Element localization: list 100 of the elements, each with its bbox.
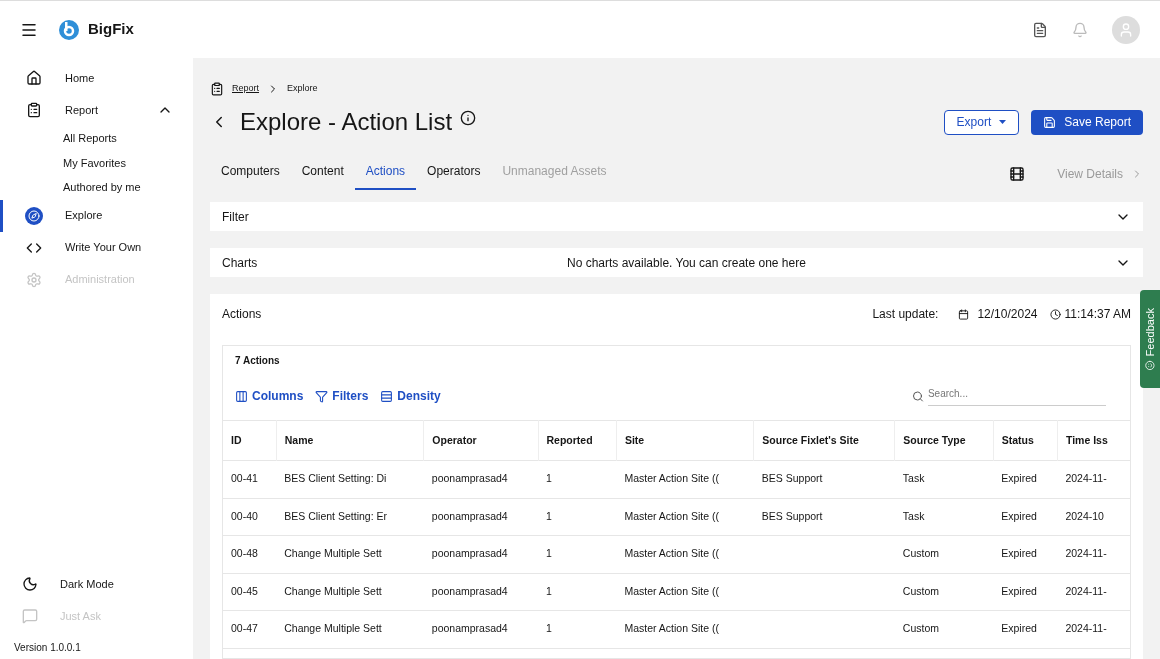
toolbar-icon — [235, 389, 248, 403]
column-header[interactable]: Site — [616, 420, 754, 461]
table-cell: 00-41 — [223, 460, 277, 498]
table-cell: 1 — [538, 535, 617, 573]
gear-icon — [26, 271, 42, 288]
charts-label: Charts — [222, 254, 259, 272]
caret-down-icon — [999, 120, 1007, 124]
table-cell: Master Action Site (( — [616, 460, 754, 498]
search-icon — [912, 389, 924, 403]
table-cell: BES Support — [753, 460, 895, 498]
table-cell: 1 — [538, 498, 617, 536]
calendar-icon — [958, 308, 970, 320]
table-cell: Custom — [894, 573, 994, 611]
table-cell: BES Client Setting: Er — [276, 498, 424, 536]
table-cell: Custom — [894, 610, 994, 648]
compass-icon — [25, 206, 43, 225]
filter-label: Filter — [222, 208, 249, 226]
table-cell: Master Action Site (( — [616, 498, 754, 536]
column-header[interactable]: Reported — [538, 420, 617, 461]
sidebar-subitem[interactable]: My Favorites — [0, 150, 193, 175]
table-cell: 2024-11- — [1057, 460, 1130, 498]
row-count: 7 Actions — [234, 354, 281, 368]
clock-icon — [1049, 308, 1061, 320]
charts-panel[interactable]: Charts No charts available. You can create one here — [210, 248, 1143, 277]
table-cell: 1 — [538, 573, 617, 611]
filter-panel[interactable]: Filter — [210, 202, 1143, 231]
table-cell: 1 — [538, 610, 617, 648]
sidebar-subitem[interactable]: Authored by me — [0, 175, 193, 200]
export-button[interactable]: Export — [943, 109, 1020, 135]
table-cell: Expired — [993, 573, 1058, 611]
table-cell: BES Support — [753, 498, 895, 536]
table-cell: 00-40 — [223, 498, 277, 536]
toolbar-button[interactable]: Columns — [235, 387, 304, 405]
sidebar-subitem[interactable]: All Reports — [0, 126, 193, 151]
table-cell: Change Multiple Sett — [276, 535, 424, 573]
table-cell: 1 — [538, 460, 617, 498]
report-icon — [210, 82, 224, 96]
toolbar-button[interactable]: Density — [380, 387, 441, 405]
logo-icon — [58, 18, 80, 41]
toolbar-button[interactable]: Filters — [315, 387, 369, 405]
table-cell: 2024-10 — [1057, 498, 1130, 536]
search-field[interactable]: Search... — [927, 386, 1106, 406]
table-cell: Expired — [993, 498, 1058, 536]
table-cell: Task — [894, 460, 994, 498]
table-cell: poonamprasad4 — [423, 460, 538, 498]
table-cell: poonamprasad4 — [423, 535, 538, 573]
column-header[interactable]: Source Fixlet's Site — [753, 420, 895, 461]
toolbar-icon — [380, 389, 394, 403]
breadcrumb-current: Explore — [287, 82, 318, 96]
table-cell: 2024-11- — [1057, 535, 1130, 573]
date-text: 12/10/2024 — [977, 306, 1038, 323]
table-cell: Expired — [993, 460, 1058, 498]
table-cell: Change Multiple Sett — [276, 573, 424, 611]
column-header[interactable]: Time Iss — [1057, 420, 1130, 461]
tab[interactable]: Operators — [416, 162, 492, 190]
table-cell: Master Action Site (( — [616, 610, 754, 648]
save-report-button[interactable]: Save Report — [1031, 109, 1143, 135]
card-title: Actions — [222, 306, 262, 323]
last-update-label: Last update: — [872, 306, 939, 323]
column-header[interactable]: Status — [993, 420, 1058, 461]
sidebar-item[interactable]: Dark Mode — [0, 568, 193, 600]
charts-message: No charts available. You can create one here — [567, 254, 806, 272]
home-icon — [26, 70, 42, 86]
page-title: Explore - Action List — [240, 107, 453, 137]
sidebar-item[interactable]: Home — [0, 62, 193, 94]
sidebar-item[interactable]: Write Your Own — [0, 231, 193, 264]
table-cell: 00-47 — [223, 610, 277, 648]
column-header[interactable]: Source Type — [894, 420, 994, 461]
breadcrumb-link[interactable]: Report — [232, 82, 259, 96]
table-cell: Expired — [993, 535, 1058, 573]
column-header[interactable]: Name — [276, 420, 424, 461]
column-header[interactable]: ID — [223, 420, 277, 461]
column-header[interactable]: Operator — [423, 420, 538, 461]
smile-icon — [1145, 360, 1155, 371]
tab[interactable]: Content — [290, 162, 355, 190]
table-cell: 2024-11- — [1057, 573, 1130, 611]
table-cell: Master Action Site (( — [616, 535, 754, 573]
table-cell: BES Client Setting: Di — [276, 460, 424, 498]
save-icon — [1043, 115, 1057, 129]
tab[interactable]: Actions — [354, 162, 417, 190]
table-cell: 2024-11- — [1057, 610, 1130, 648]
sidebar-item[interactable]: Report — [0, 94, 193, 126]
table-cell: poonamprasad4 — [423, 573, 538, 611]
info-icon[interactable] — [460, 110, 477, 126]
table-cell: poonamprasad4 — [423, 610, 538, 648]
film-icon[interactable] — [1009, 166, 1026, 182]
table-cell: Custom — [894, 535, 994, 573]
document-icon[interactable] — [1032, 21, 1048, 38]
table-cell: 00-45 — [223, 573, 277, 611]
chat-icon — [22, 608, 38, 624]
tab[interactable]: Computers — [210, 162, 291, 190]
toolbar-icon — [315, 389, 329, 403]
feedback-tab[interactable]: Feedback — [1140, 290, 1160, 388]
table-cell: Master Action Site (( — [616, 573, 754, 611]
table-cell: 00-48 — [223, 535, 277, 573]
moon-icon — [22, 576, 38, 592]
time-text: 11:14:37 AM — [1064, 306, 1131, 323]
table-cell: poonamprasad4 — [423, 498, 538, 536]
version-text: Version 1.0.0.1 — [13, 641, 82, 655]
table-cell: Expired — [993, 610, 1058, 648]
